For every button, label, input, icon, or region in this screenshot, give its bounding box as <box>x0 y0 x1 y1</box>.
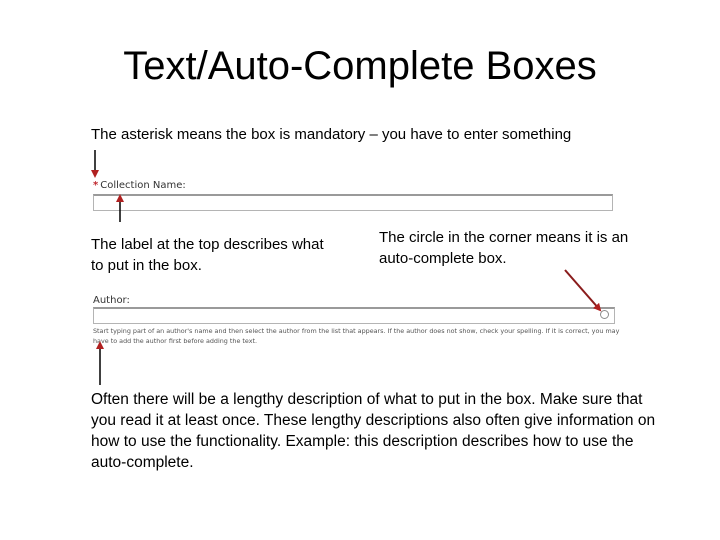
annotation-arrows <box>91 150 602 385</box>
circle-arrow-icon <box>564 269 602 312</box>
